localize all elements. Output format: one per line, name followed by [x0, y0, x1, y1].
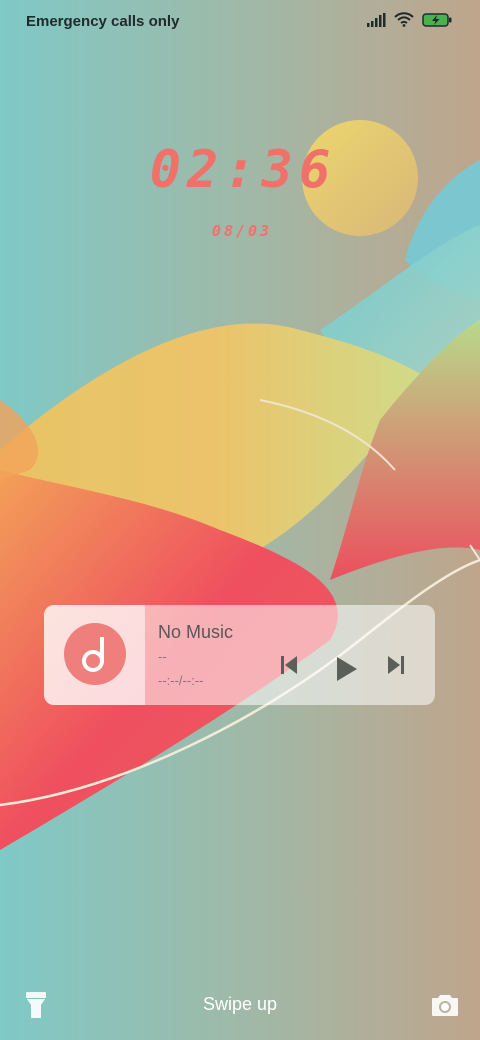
lock-screen: Emergency calls only 02:36 08/03 No Musi…: [0, 0, 480, 1040]
music-widget[interactable]: No Music -- --:--/--:--: [44, 605, 435, 705]
music-note-icon: [64, 623, 126, 685]
play-button[interactable]: [332, 655, 360, 683]
next-icon: [388, 656, 404, 674]
lockscreen-date: 08/03: [211, 222, 273, 240]
play-icon: [337, 657, 357, 681]
swipe-up-hint: Swipe up: [202, 994, 278, 1014]
status-bar: Emergency calls only: [0, 0, 480, 44]
carrier-text: Emergency calls only: [26, 13, 180, 30]
flashlight-button[interactable]: [24, 990, 48, 1020]
song-artist: --: [158, 649, 167, 664]
signal-icon: [366, 12, 386, 32]
song-time: --:--/--:--: [158, 673, 204, 688]
battery-charging-icon: [422, 12, 452, 32]
wifi-icon: [394, 12, 414, 32]
previous-icon: [281, 656, 297, 674]
status-icons: [366, 12, 452, 32]
previous-track-button[interactable]: [277, 653, 301, 677]
song-title: No Music: [158, 622, 234, 642]
lockscreen-clock: 02:36: [149, 140, 337, 200]
album-art-tile[interactable]: [44, 605, 145, 705]
flashlight-icon: [26, 992, 46, 1018]
camera-button[interactable]: [431, 992, 459, 1018]
next-track-button[interactable]: [384, 653, 408, 677]
camera-icon: [432, 995, 458, 1016]
